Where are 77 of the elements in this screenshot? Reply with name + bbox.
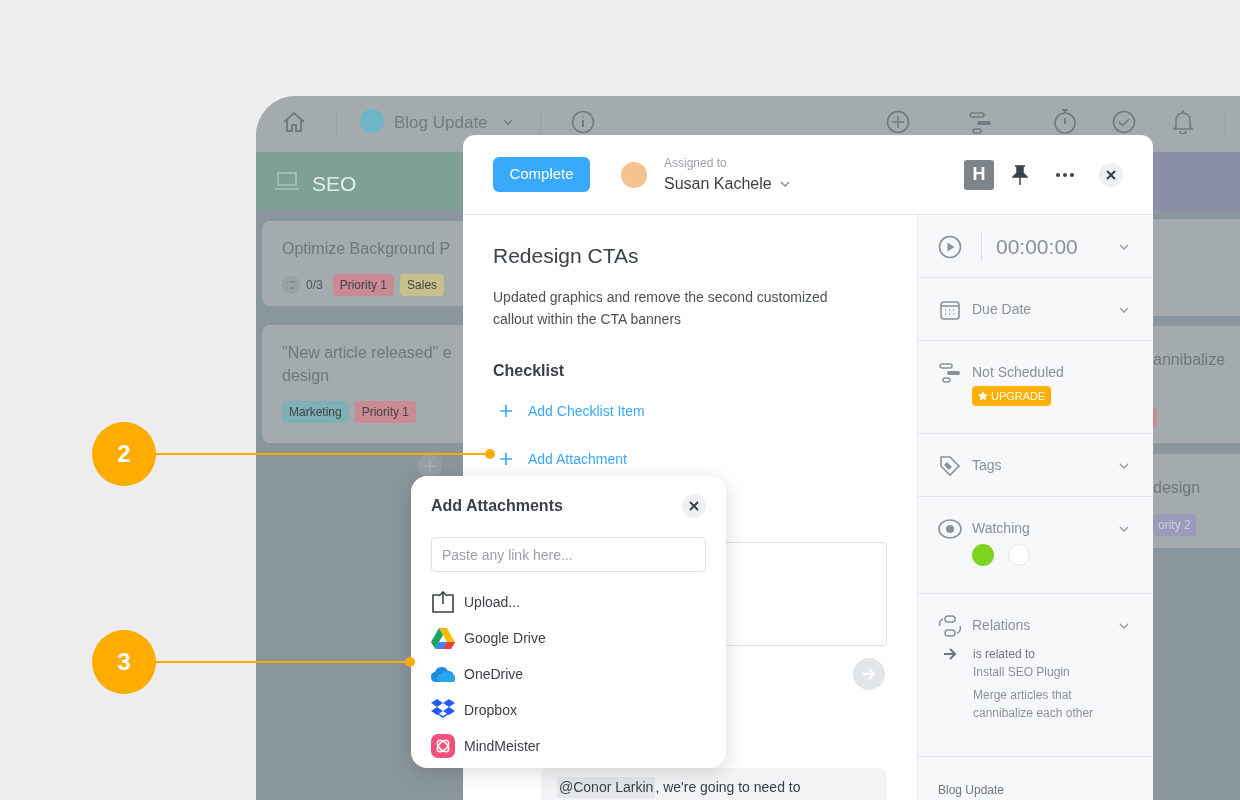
relations-icon — [938, 613, 962, 638]
tag: Sales — [400, 274, 445, 296]
column-title: SEO — [312, 171, 357, 197]
timer-display: 00:00:00 — [996, 233, 1078, 260]
cloud-icon — [431, 666, 455, 682]
checklist-count: 0/3 — [306, 277, 323, 294]
tag: Priority 1 — [332, 274, 395, 296]
close-icon — [689, 501, 699, 511]
arrow-right-icon — [943, 648, 957, 660]
attachment-option[interactable]: MindMeister — [464, 735, 541, 757]
drive-icon — [431, 627, 455, 649]
timeline-icon[interactable] — [969, 111, 993, 135]
more-icon[interactable] — [1056, 172, 1074, 177]
attachment-option[interactable]: Dropbox — [464, 699, 517, 721]
callout-number: 2 — [92, 422, 156, 486]
attachment-option[interactable]: Upload... — [464, 591, 521, 613]
mind-map-icon — [431, 734, 455, 758]
chevron-down-icon — [1119, 525, 1129, 532]
relation-type: is related to — [973, 646, 1037, 663]
bell-icon[interactable] — [1172, 109, 1194, 134]
avatar — [972, 544, 994, 566]
close-icon — [1106, 169, 1116, 180]
avatar — [621, 161, 647, 188]
add-attachment-link[interactable]: Add Attachment — [528, 448, 627, 470]
send-button[interactable] — [853, 658, 885, 690]
timeline-icon — [939, 362, 961, 383]
arrow-right-icon — [862, 668, 876, 680]
laptop-icon — [275, 172, 299, 190]
comment-text: , we're going to need to — [655, 778, 801, 797]
tag: Priority 1 — [354, 401, 417, 423]
assigned-label: Assigned to — [664, 154, 728, 172]
callout-number: 3 — [92, 630, 156, 694]
info-icon[interactable] — [571, 110, 595, 134]
project-name: Blog Update — [938, 782, 1006, 799]
attachment-option[interactable]: OneDrive — [464, 663, 524, 685]
chevron-down-icon — [1119, 306, 1129, 313]
checklist-icon — [282, 276, 300, 294]
priority-badge[interactable]: H — [964, 159, 994, 190]
star-icon — [978, 391, 988, 401]
attachment-option[interactable]: Google Drive — [464, 627, 546, 649]
boxes-icon — [431, 699, 455, 721]
play-icon[interactable] — [938, 234, 962, 259]
upgrade-badge[interactable]: UPGRADE — [972, 386, 1052, 406]
home-icon[interactable] — [282, 111, 306, 133]
project-avatar — [360, 109, 384, 133]
plus-icon — [500, 405, 512, 417]
eye-icon — [938, 518, 962, 539]
close-button[interactable] — [682, 494, 706, 518]
related-task-link[interactable]: Install SEO Plugin — [973, 663, 1113, 681]
chevron-down-icon — [1119, 243, 1129, 250]
sidebar-label[interactable]: Watching — [972, 518, 1030, 539]
tag: Marketing — [282, 401, 349, 423]
upload-icon — [431, 591, 455, 613]
check-circle-icon[interactable] — [1112, 110, 1136, 134]
chevron-down-icon — [1119, 462, 1129, 469]
complete-button[interactable]: Complete — [493, 157, 590, 192]
sidebar-label[interactable]: Not Scheduled — [972, 362, 1064, 383]
assignee-name[interactable]: Susan Kachele — [664, 171, 772, 196]
sidebar-label[interactable]: Tags — [972, 455, 1002, 476]
related-task-link[interactable]: Merge articles that cannibalize each other — [973, 686, 1113, 722]
add-checklist-item-link[interactable]: Add Checklist Item — [528, 400, 645, 422]
link-input[interactable]: Paste any link here... — [431, 537, 706, 572]
tag-icon — [939, 454, 961, 477]
popup-title: Add Attachments — [431, 496, 563, 516]
add-icon[interactable] — [886, 110, 910, 134]
chevron-down-icon — [503, 119, 513, 125]
mention[interactable]: @Conor Larkin — [557, 777, 656, 798]
chevron-down-icon — [779, 180, 790, 187]
chevron-down-icon — [1119, 622, 1129, 629]
plus-icon — [500, 453, 512, 465]
stopwatch-icon[interactable] — [1053, 108, 1077, 135]
sidebar-label[interactable]: Due Date — [972, 299, 1032, 320]
avatar — [1008, 544, 1030, 566]
pin-icon[interactable] — [1012, 164, 1028, 185]
sidebar-label[interactable]: Relations — [972, 615, 1031, 636]
calendar-icon — [940, 299, 960, 320]
close-button[interactable] — [1099, 162, 1123, 187]
